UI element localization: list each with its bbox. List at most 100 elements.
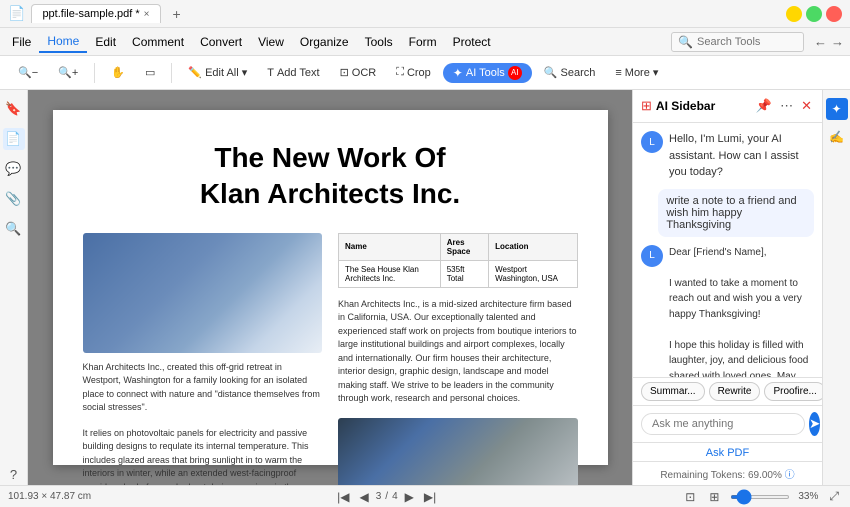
- ask-input[interactable]: [641, 413, 805, 435]
- ai-close-button[interactable]: ✕: [799, 96, 814, 116]
- ai-tools-badge: AI: [508, 66, 522, 80]
- menu-convert[interactable]: Convert: [192, 32, 250, 52]
- menu-bar: File Home Edit Comment Convert View Orga…: [0, 28, 850, 56]
- more-icon: ≡: [615, 67, 621, 79]
- ask-pdf-row: Ask PDF: [633, 442, 822, 461]
- ask-input-row: ➤: [633, 405, 822, 442]
- ai-sidebar-header: ⊞ AI Sidebar 📌 ⋯ ✕: [633, 90, 822, 123]
- tab-close-icon[interactable]: ×: [144, 9, 150, 20]
- tab-label: ppt.file-sample.pdf *: [42, 8, 139, 20]
- close-button[interactable]: [826, 6, 842, 22]
- send-button[interactable]: ➤: [809, 412, 820, 436]
- select-tool-button[interactable]: ▭: [137, 62, 163, 83]
- left-panel-comment[interactable]: 💬: [3, 158, 25, 180]
- menu-file[interactable]: File: [4, 32, 39, 52]
- tokens-help[interactable]: ⓘ: [785, 470, 795, 481]
- pdf-left-col: Khan Architects Inc., created this off-g…: [83, 233, 323, 485]
- fullscreen-button[interactable]: ⤢: [826, 489, 842, 504]
- ai-sidebar-actions: 📌 ⋯ ✕: [754, 96, 814, 116]
- ai-response-container: L Dear [Friend's Name],I wanted to take …: [641, 245, 814, 378]
- page-first-button[interactable]: |◀: [334, 490, 352, 504]
- summarize-chip[interactable]: Summar...: [641, 382, 705, 401]
- proofread-chip[interactable]: Proofire...: [764, 382, 825, 401]
- nav-back-button[interactable]: ←: [812, 32, 829, 51]
- rewrite-chip[interactable]: Rewrite: [709, 382, 761, 401]
- add-text-button[interactable]: T Add Text: [259, 63, 327, 83]
- more-button[interactable]: ≡ More ▾: [607, 62, 666, 83]
- chevron-more-icon: ▾: [653, 66, 659, 79]
- new-tab-button[interactable]: +: [167, 4, 187, 24]
- separator-2: [171, 63, 172, 83]
- left-panel-attachment[interactable]: 📎: [3, 188, 25, 210]
- title-bar: 📄 ppt.file-sample.pdf * × +: [0, 0, 850, 28]
- pdf-body-2: It relies on photovoltaic panels for ele…: [83, 427, 323, 485]
- ai-more-button[interactable]: ⋯: [778, 96, 795, 116]
- menu-edit[interactable]: Edit: [87, 32, 124, 52]
- user-message: write a note to a friend and wish him ha…: [658, 189, 814, 237]
- send-icon: ➤: [809, 416, 820, 432]
- window-controls: [786, 6, 842, 22]
- edit-all-button[interactable]: ✏️ Edit All ▾: [180, 62, 255, 83]
- search-tools-input[interactable]: [697, 36, 797, 48]
- table-header-location: Location: [489, 233, 577, 260]
- left-panel-page[interactable]: 📄: [3, 128, 25, 150]
- status-bar: 101.93 × 47.87 cm |◀ ◀ 3 / 4 ▶ ▶| ⊡ ⊞ 33…: [0, 485, 850, 507]
- left-panel-search[interactable]: 🔍: [3, 218, 25, 240]
- pdf-right-col: Name Ares Space Location The Sea House K…: [338, 233, 578, 485]
- right-panel-sign[interactable]: ✍: [826, 126, 848, 148]
- edit-icon: ✏️: [188, 66, 202, 79]
- search-tools[interactable]: 🔍: [671, 32, 804, 52]
- menu-home[interactable]: Home: [39, 31, 87, 53]
- search-text-icon: 🔍: [544, 66, 558, 79]
- zoom-in-button[interactable]: 🔍+: [50, 62, 86, 83]
- current-page: 3: [376, 491, 382, 502]
- crop-button[interactable]: ⛶ Crop: [388, 62, 439, 83]
- menu-tools[interactable]: Tools: [357, 32, 401, 52]
- pdf-info-table: Name Ares Space Location The Sea House K…: [338, 233, 578, 288]
- left-panel-bookmark[interactable]: 🔖: [3, 98, 25, 120]
- fit-width-button[interactable]: ⊡: [682, 490, 698, 504]
- ask-pdf-button[interactable]: Ask PDF: [706, 447, 749, 459]
- menu-form[interactable]: Form: [401, 32, 445, 52]
- title-bar-left: 📄 ppt.file-sample.pdf * × +: [8, 4, 786, 24]
- minimize-button[interactable]: [786, 6, 802, 22]
- tokens-bar: Remaining Tokens: 69.00% ⓘ: [633, 461, 822, 485]
- hand-tool-button[interactable]: ✋: [103, 62, 133, 83]
- content-area: 🔖 📄 💬 📎 🔍 ? The New Work OfKlan Architec…: [0, 90, 850, 485]
- crop-icon: ⛶: [396, 66, 404, 79]
- search-icon: 🔍: [678, 35, 693, 49]
- pdf-two-col: Khan Architects Inc., created this off-g…: [83, 233, 578, 485]
- page-last-button[interactable]: ▶|: [421, 490, 439, 504]
- status-bar-right: ⊡ ⊞ 33% ⤢: [682, 489, 842, 504]
- search-button[interactable]: 🔍 Search: [536, 62, 604, 83]
- ocr-icon: ⊡: [340, 66, 349, 79]
- left-panel: 🔖 📄 💬 📎 🔍 ?: [0, 90, 28, 485]
- page-next-button[interactable]: ▶: [402, 490, 417, 504]
- menu-organize[interactable]: Organize: [292, 32, 357, 52]
- maximize-button[interactable]: [806, 6, 822, 22]
- ocr-button[interactable]: ⊡ OCR: [332, 62, 385, 83]
- ai-tools-button[interactable]: ✦ AI Tools AI: [443, 63, 532, 83]
- table-cell-location: Westport Washington, USA: [489, 260, 577, 287]
- text-icon: T: [267, 67, 274, 79]
- zoom-slider[interactable]: [730, 495, 790, 499]
- ai-avatar: L: [641, 131, 663, 153]
- zoom-out-button[interactable]: 🔍−: [10, 62, 46, 83]
- ai-sparkle-icon: ⊞: [641, 98, 652, 114]
- menu-view[interactable]: View: [250, 32, 292, 52]
- right-panel-ai[interactable]: ✦: [826, 98, 848, 120]
- pdf-viewer[interactable]: The New Work OfKlan Architects Inc. Khan…: [28, 90, 632, 485]
- nav-controls: |◀ ◀ 3 / 4 ▶ ▶|: [334, 490, 439, 504]
- document-tab[interactable]: ppt.file-sample.pdf * ×: [31, 4, 160, 23]
- table-header-name: Name: [339, 233, 441, 260]
- fit-page-button[interactable]: ⊞: [706, 490, 722, 504]
- architecture-image-1: [83, 233, 323, 353]
- nav-forward-button[interactable]: →: [829, 32, 846, 51]
- page-prev-button[interactable]: ◀: [357, 490, 372, 504]
- ai-sidebar: ⊞ AI Sidebar 📌 ⋯ ✕ L Hello, I'm Lumi, yo…: [632, 90, 822, 485]
- left-panel-help[interactable]: ?: [3, 463, 25, 485]
- menu-comment[interactable]: Comment: [124, 32, 192, 52]
- menu-protect[interactable]: Protect: [445, 32, 499, 52]
- ai-chat-area[interactable]: L Hello, I'm Lumi, your AI assistant. Ho…: [633, 123, 822, 377]
- ai-pin-button[interactable]: 📌: [754, 96, 774, 116]
